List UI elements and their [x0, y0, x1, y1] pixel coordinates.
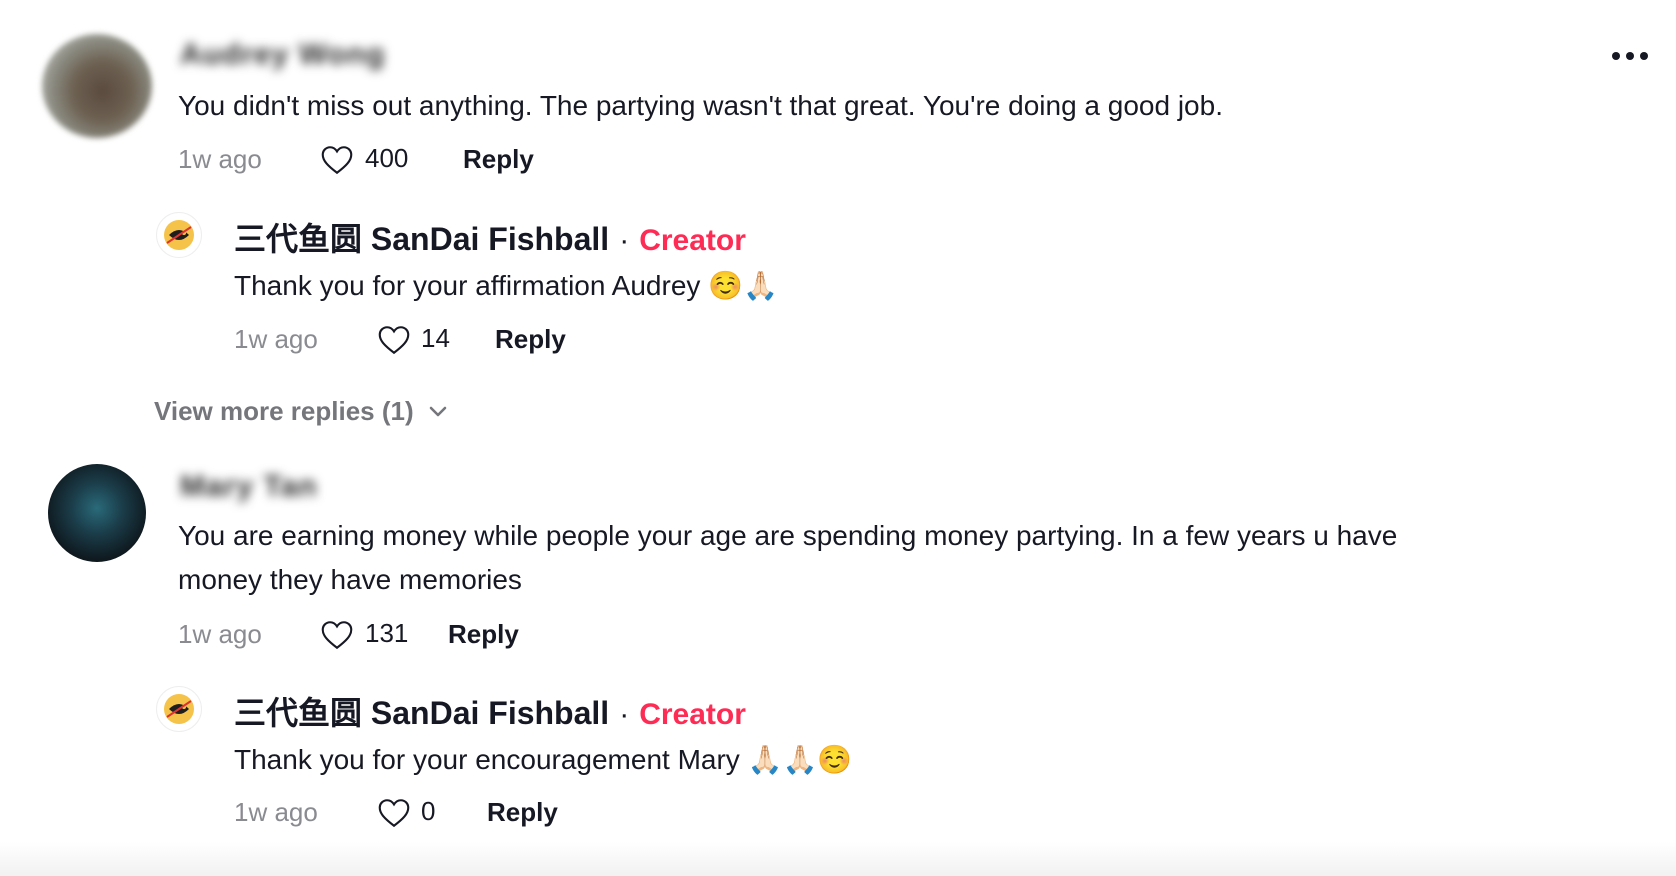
view-more-label: View more replies (1) [154, 396, 414, 426]
like-heart-icon[interactable] [375, 795, 413, 831]
comment-text: You didn't miss out anything. The partyi… [178, 90, 1223, 121]
like-heart-icon[interactable] [318, 617, 356, 653]
more-dot [1640, 52, 1648, 60]
comment-time: 1w ago [178, 144, 262, 174]
reply-header: 三代鱼圆 SanDai Fishball · Creator [234, 214, 746, 260]
comment-text-line: money they have memories [178, 564, 522, 595]
like-heart-icon[interactable] [375, 322, 413, 358]
reply-time: 1w ago [234, 797, 318, 827]
separator-dot: · [619, 224, 630, 257]
like-count: 0 [421, 796, 436, 826]
creator-avatar[interactable] [156, 686, 202, 732]
reply-text: Thank you for your encouragement Mary 🙏🏻… [234, 744, 853, 775]
like-count: 131 [365, 618, 409, 648]
separator-dot: · [619, 698, 630, 731]
reply-button[interactable]: Reply [448, 619, 519, 650]
creator-badge: Creator [639, 224, 746, 257]
fishball-logo-icon [164, 220, 194, 250]
chevron-down-icon [429, 406, 446, 416]
avatar[interactable] [42, 34, 152, 138]
comment-author[interactable]: Audrey Wong [180, 38, 385, 72]
reply-button[interactable]: Reply [495, 324, 566, 355]
reply-author[interactable]: 三代鱼圆 SanDai Fishball [234, 688, 609, 734]
bottom-fade [0, 842, 1676, 876]
more-dot [1612, 52, 1620, 60]
more-dot [1626, 52, 1634, 60]
like-count: 400 [365, 143, 409, 173]
reply-time: 1w ago [234, 324, 318, 354]
fishball-logo-icon [164, 694, 194, 724]
view-more-replies-button[interactable]: View more replies (1) [154, 396, 448, 427]
reply-button[interactable]: Reply [487, 797, 558, 828]
reply-button[interactable]: Reply [463, 144, 534, 175]
like-count: 14 [421, 323, 450, 353]
reply-text: Thank you for your affirmation Audrey ☺️… [234, 270, 778, 301]
comment-time: 1w ago [178, 619, 262, 649]
reply-header: 三代鱼圆 SanDai Fishball · Creator [234, 688, 746, 734]
more-options-button[interactable] [1612, 46, 1656, 66]
avatar[interactable] [48, 464, 146, 562]
creator-avatar[interactable] [156, 212, 202, 258]
comment-author[interactable]: Mary Tan [180, 470, 317, 504]
comment-text-line: You are earning money while people your … [178, 520, 1398, 551]
reply-author[interactable]: 三代鱼圆 SanDai Fishball [234, 214, 609, 260]
like-heart-icon[interactable] [318, 142, 356, 178]
creator-badge: Creator [639, 698, 746, 731]
